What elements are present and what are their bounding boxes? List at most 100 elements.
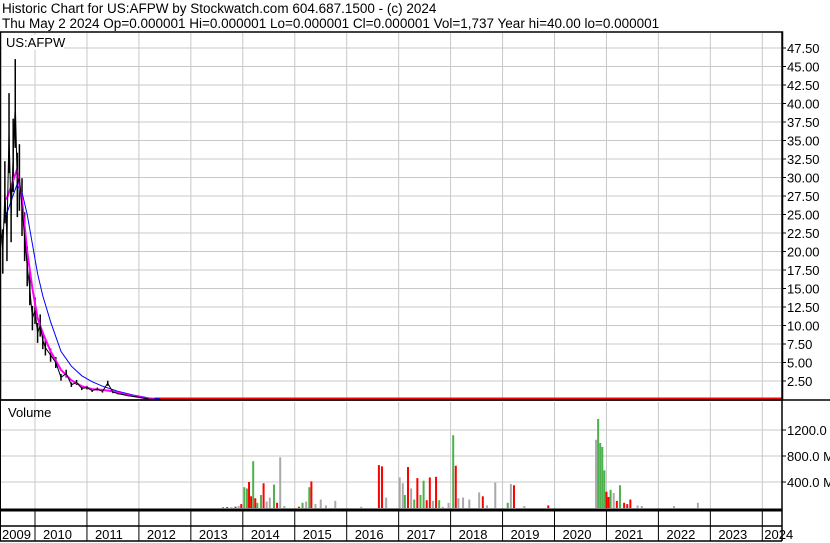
volume-bar bbox=[381, 466, 384, 508]
volume-bar bbox=[636, 505, 639, 508]
price-tick-label: 42.50 bbox=[787, 78, 820, 93]
year-label: 2015 bbox=[303, 527, 332, 542]
volume-bar bbox=[310, 481, 313, 508]
volume-bar bbox=[222, 507, 225, 508]
volume-bar bbox=[248, 482, 251, 508]
price-tick-label: 5.00 bbox=[787, 356, 812, 371]
volume-bar bbox=[245, 488, 248, 508]
volume-bar bbox=[601, 446, 604, 508]
volume-bar bbox=[605, 491, 608, 508]
volume-bar bbox=[547, 505, 550, 508]
volume-bar bbox=[438, 500, 441, 508]
volume-bar bbox=[334, 500, 337, 508]
volume-bar bbox=[609, 489, 612, 508]
year-label: 2022 bbox=[666, 527, 695, 542]
volume-bar bbox=[595, 439, 598, 508]
volume-bar bbox=[478, 492, 481, 508]
volume-bar bbox=[629, 499, 632, 508]
volume-bar bbox=[324, 505, 327, 508]
volume-bar bbox=[268, 497, 271, 508]
volume-bar bbox=[234, 506, 237, 508]
volume-bar bbox=[623, 502, 626, 508]
stock-chart: 2.50 5.00 7.50 10.00 12.50 15.00 17.50 20.00 22.… bbox=[0, 31, 830, 542]
price-tick-label: 17.50 bbox=[787, 263, 820, 278]
volume-bar bbox=[523, 506, 526, 508]
volume-bar bbox=[422, 480, 425, 508]
volume-bar bbox=[237, 506, 240, 508]
year-label: 2012 bbox=[147, 527, 176, 542]
year-label: 2010 bbox=[43, 527, 72, 542]
price-tick-label: 15.00 bbox=[787, 282, 820, 297]
volume-bar bbox=[272, 484, 275, 508]
volume-bar bbox=[452, 435, 455, 508]
price-tick-label: 27.50 bbox=[787, 189, 820, 204]
volume-bar bbox=[410, 488, 413, 508]
year-label: 2021 bbox=[614, 527, 643, 542]
volume-bar bbox=[603, 470, 606, 508]
volume-bar bbox=[385, 497, 388, 508]
year-label: 2018 bbox=[459, 527, 488, 542]
year-label: 2020 bbox=[563, 527, 592, 542]
volume-bar bbox=[431, 500, 434, 508]
volume-bar bbox=[441, 506, 444, 508]
volume-bar bbox=[240, 504, 243, 508]
volume-bar bbox=[481, 496, 484, 508]
price-tick-label: 35.00 bbox=[787, 134, 820, 149]
volume-bar bbox=[597, 418, 600, 508]
price-tick-label: 47.50 bbox=[787, 41, 820, 56]
year-label: 2017 bbox=[407, 527, 436, 542]
volume-tick-label: 400.0 M bbox=[787, 475, 830, 490]
volume-bar bbox=[506, 502, 509, 508]
year-label: 2024 bbox=[764, 527, 793, 542]
volume-bar bbox=[243, 487, 246, 508]
volume-bar bbox=[612, 493, 615, 508]
price-tick-label: 10.00 bbox=[787, 319, 820, 334]
year-label: 2013 bbox=[199, 527, 228, 542]
volume-bar bbox=[640, 506, 643, 508]
volume-bar bbox=[360, 506, 363, 508]
volume-bar bbox=[314, 504, 317, 508]
volume-bar bbox=[283, 506, 286, 508]
volume-bar bbox=[413, 499, 416, 508]
volume-bar bbox=[398, 477, 401, 508]
volume-bar bbox=[462, 497, 465, 508]
year-label: 2019 bbox=[511, 527, 540, 542]
price-tick-label: 12.50 bbox=[787, 300, 820, 315]
volume-bar bbox=[485, 505, 488, 508]
volume-bar bbox=[297, 506, 300, 508]
volume-bar bbox=[265, 501, 268, 508]
volume-bar bbox=[250, 496, 253, 508]
volume-bar bbox=[407, 467, 410, 508]
volume-bar bbox=[401, 483, 404, 508]
price-tick-label: 37.50 bbox=[787, 115, 820, 130]
volume-bar bbox=[377, 465, 380, 508]
volume-bar bbox=[262, 483, 265, 508]
volume-bar bbox=[696, 502, 699, 508]
volume-bar bbox=[457, 498, 460, 508]
volume-bar bbox=[618, 485, 621, 508]
volume-bar bbox=[468, 499, 471, 508]
volume-bar bbox=[276, 502, 279, 508]
price-tick-label: 20.00 bbox=[787, 245, 820, 260]
volume-bar bbox=[509, 483, 512, 508]
volume-bar bbox=[226, 507, 229, 508]
price-tick-label: 2.50 bbox=[787, 374, 812, 389]
volume-bar bbox=[672, 506, 675, 508]
volume-tick-label: 1200.0 M bbox=[787, 423, 830, 438]
volume-bar bbox=[599, 443, 602, 508]
year-label: 2023 bbox=[718, 527, 747, 542]
volume-bar bbox=[454, 465, 457, 508]
price-tick-label: 25.00 bbox=[787, 208, 820, 223]
price-tick-label: 22.50 bbox=[787, 226, 820, 241]
volume-bar bbox=[256, 502, 259, 508]
volume-bar bbox=[279, 457, 282, 508]
volume-bar bbox=[403, 495, 406, 508]
price-tick-label: 40.00 bbox=[787, 97, 820, 112]
volume-bar bbox=[425, 500, 428, 508]
volume-tick-label: 800.0 M bbox=[787, 449, 830, 464]
price-tick-label: 30.00 bbox=[787, 171, 820, 186]
volume-bar bbox=[308, 487, 311, 508]
volume-bar bbox=[428, 477, 431, 508]
volume-bar bbox=[254, 498, 257, 508]
volume-bar bbox=[230, 507, 233, 508]
